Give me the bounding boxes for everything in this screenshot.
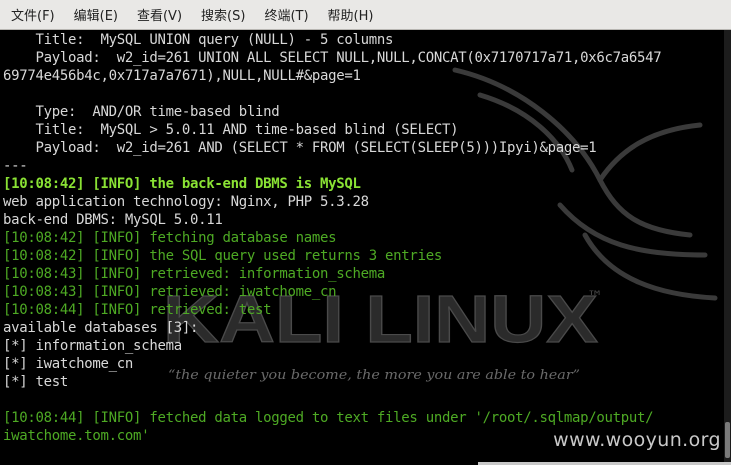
terminal-lines: Title: MySQL UNION query (NULL) - 5 colu… <box>3 31 723 445</box>
terminal-line: [10:08:43] [INFO] retrieved: iwatchome_c… <box>3 284 337 300</box>
terminal-line: --- <box>3 158 28 174</box>
terminal-line: available databases [3]: <box>3 320 199 336</box>
menu-search[interactable]: 搜索(S) <box>194 5 252 24</box>
terminal-line: Payload: w2_id=261 UNION ALL SELECT NULL… <box>3 50 662 66</box>
menu-file[interactable]: 文件(F) <box>4 5 62 24</box>
terminal-scrollbar[interactable] <box>724 30 731 465</box>
terminal-line: [*] iwatchome_cn <box>3 356 134 372</box>
terminal-line: [10:08:43] [INFO] retrieved: information… <box>3 266 386 282</box>
terminal-line: [10:08:44] [INFO] retrieved: test <box>3 302 272 318</box>
terminal-line: [10:08:42] [INFO] the back-end DBMS is M… <box>3 176 361 192</box>
menu-edit[interactable]: 编辑(E) <box>67 5 125 24</box>
terminal-line: 69774e456b4c,0x717a7a7671),NULL,NULL#&pa… <box>3 68 361 84</box>
terminal-output[interactable]: KALI LINUX ™ “the quieter you become, th… <box>0 30 724 465</box>
terminal-line: Payload: w2_id=261 AND (SELECT * FROM (S… <box>3 140 597 156</box>
terminal-line: Title: MySQL > 5.0.11 AND time-based bli… <box>3 122 459 138</box>
terminal-line: [10:08:42] [INFO] fetching database name… <box>3 230 337 246</box>
menu-bar: 文件(F) 编辑(E) 查看(V) 搜索(S) 终端(T) 帮助(H) <box>0 0 731 30</box>
menu-terminal[interactable]: 终端(T) <box>257 5 315 24</box>
menu-view[interactable]: 查看(V) <box>130 5 189 24</box>
terminal-line: [10:08:44] [INFO] fetched data logged to… <box>3 410 654 426</box>
terminal-line: [10:08:42] [INFO] the SQL query used ret… <box>3 248 442 264</box>
terminal-line: Type: AND/OR time-based blind <box>3 104 280 120</box>
terminal-line: Title: MySQL UNION query (NULL) - 5 colu… <box>3 32 394 48</box>
scrollbar-thumb[interactable] <box>725 422 730 458</box>
terminal-line: [*] test <box>3 374 69 390</box>
terminal-line: [*] information_schema <box>3 338 182 354</box>
wooyun-watermark: www.wooyun.org <box>553 429 721 451</box>
menu-help[interactable]: 帮助(H) <box>321 5 381 24</box>
terminal-line: back-end DBMS: MySQL 5.0.11 <box>3 212 223 228</box>
terminal-line: web application technology: Nginx, PHP 5… <box>3 194 369 210</box>
